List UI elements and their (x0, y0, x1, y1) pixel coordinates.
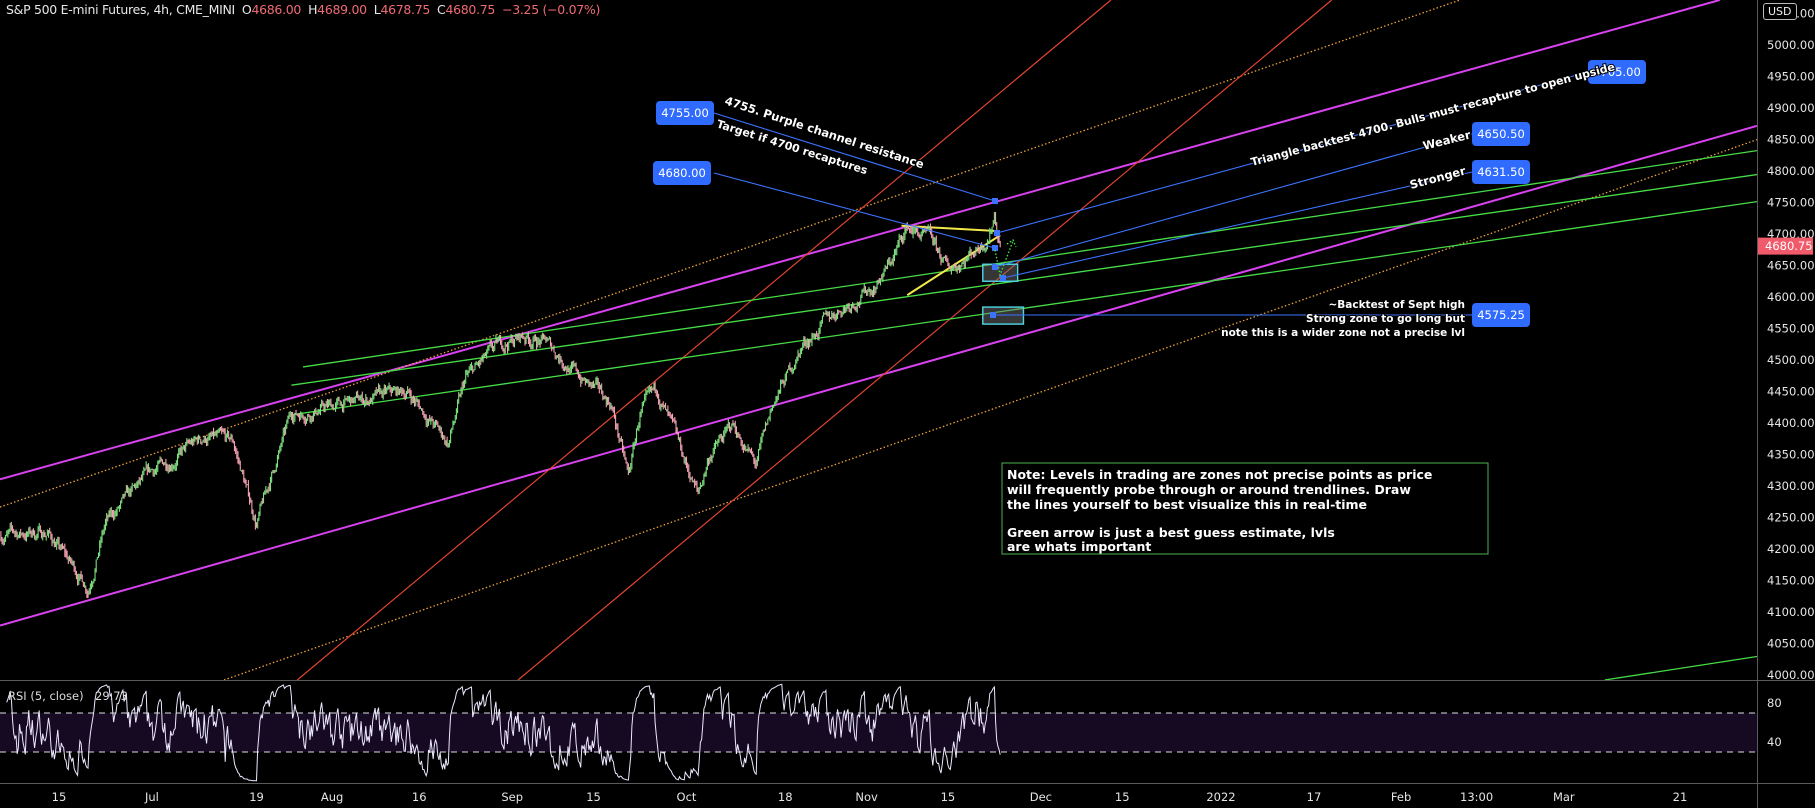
note-line: will frequently probe through or around … (1007, 482, 1411, 497)
annotation-strong-zone[interactable]: Strong zone to go long but (1305, 312, 1466, 326)
price-axis-label: 4150.00 (1767, 574, 1815, 588)
time-axis-label: 15 (941, 790, 956, 804)
symbol-legend[interactable]: S&P 500 E-mini Futures, 4h, CME_MINI O468… (6, 2, 600, 17)
price-axis-label: 4650.00 (1767, 259, 1815, 273)
time-axis-label: Oct (677, 790, 697, 804)
chart-canvas[interactable]: 4755.00 4680.00 4705.00 4650.50 4631.50 … (0, 0, 1815, 808)
price-axis-label: 4050.00 (1767, 637, 1815, 651)
time-axis-label: Sep (501, 790, 523, 804)
time-axis-label: Nov (855, 790, 878, 804)
price-axis-label: 4000.00 (1767, 668, 1815, 682)
price-axis-label: 4300.00 (1767, 479, 1815, 493)
change-value: −3.25 (−0.07%) (502, 2, 601, 17)
note-line: Green arrow is just a best guess estimat… (1007, 525, 1335, 540)
price-axis-label: 4900.00 (1767, 101, 1815, 115)
close-value: 4680.75 (445, 2, 496, 17)
zone-rectangle[interactable] (982, 306, 1025, 325)
annotation-sept-backtest[interactable]: ~Backtest of Sept high (1327, 298, 1466, 312)
open-value: 4686.00 (251, 2, 302, 17)
time-axis-label: 18 (778, 790, 793, 804)
note-box[interactable]: Note: Levels in trading are zones not pr… (1001, 462, 1489, 555)
note-line: Note: Levels in trading are zones not pr… (1007, 467, 1432, 482)
anchor-handle[interactable] (994, 230, 1000, 236)
price-axis-label: 4750.00 (1767, 196, 1815, 210)
time-axis-label: 15 (1115, 790, 1130, 804)
price-axis-label: 4250.00 (1767, 511, 1815, 525)
time-axis-label: Dec (1030, 790, 1052, 804)
level-value: 4575.25 (1477, 308, 1525, 322)
time-axis-label: 15 (586, 790, 601, 804)
price-label-4755[interactable]: 4755.00 (656, 101, 714, 125)
time-axis-label: Mar (1553, 790, 1575, 804)
level-value: 4755.00 (661, 106, 709, 120)
rsi-axis-label: 80 (1767, 696, 1782, 710)
price-axis-label: 4500.00 (1767, 353, 1815, 367)
price-axis-label: 4850.00 (1767, 133, 1815, 147)
note-line: are whats important (1007, 539, 1151, 554)
rsi-legend-value: 29.73 (95, 689, 128, 703)
rsi-band-fill (0, 713, 1757, 752)
last-price-value: 4680.75 (1765, 239, 1813, 253)
time-axis-label: 19 (249, 790, 264, 804)
time-axis-label: 15 (52, 790, 67, 804)
price-axis-label: 4450.00 (1767, 385, 1815, 399)
price-axis-label: 4350.00 (1767, 448, 1815, 462)
symbol-title: S&P 500 E-mini Futures, 4h, CME_MINI (6, 2, 235, 17)
time-axis-label: 13:00 (1460, 790, 1493, 804)
time-axis-label: Feb (1391, 790, 1411, 804)
time-axis-label: 21 (1673, 790, 1688, 804)
annotation-wider-zone[interactable]: note this is a wider zone not a precise … (1220, 326, 1466, 340)
time-axis-label: Jul (144, 790, 159, 804)
price-axis-label: 4800.00 (1767, 164, 1815, 178)
note-line: the lines yourself to best visualize thi… (1007, 497, 1367, 512)
price-axis-label: 4400.00 (1767, 416, 1815, 430)
price-axis-label: 5000.00 (1767, 38, 1815, 52)
level-value: 4680.00 (658, 166, 706, 180)
anchor-handle[interactable] (1000, 275, 1006, 281)
price-label-4650[interactable]: 4650.50 (1472, 122, 1530, 146)
level-value: 4631.50 (1477, 165, 1525, 179)
anchor-handle[interactable] (992, 264, 998, 270)
time-axis-label: 17 (1307, 790, 1322, 804)
time-axis-label: 16 (412, 790, 427, 804)
price-axis-label: 4200.00 (1767, 542, 1815, 556)
time-axis-label: 2022 (1206, 790, 1235, 804)
time-axis-label: Aug (321, 790, 343, 804)
price-label-4575[interactable]: 4575.25 (1472, 303, 1530, 327)
anchor-handle[interactable] (990, 312, 996, 318)
price-axis-label: 4550.00 (1767, 322, 1815, 336)
level-value: 4650.50 (1477, 127, 1525, 141)
low-value: 4678.75 (380, 2, 431, 17)
high-label: H (308, 2, 318, 17)
currency-button[interactable]: USD (1763, 3, 1797, 20)
price-axis-label: 4950.00 (1767, 70, 1815, 84)
rsi-axis-label: 40 (1767, 735, 1782, 749)
price-label-4680[interactable]: 4680.00 (653, 161, 711, 185)
anchor-handle[interactable] (992, 198, 998, 204)
high-value: 4689.00 (317, 2, 367, 17)
rsi-legend-label: RSI (5, close) (8, 689, 84, 703)
price-axis-label: 4600.00 (1767, 290, 1815, 304)
price-axis-label: 4100.00 (1767, 605, 1815, 619)
last-price-badge: 4680.75 (1758, 237, 1813, 255)
price-label-4631[interactable]: 4631.50 (1472, 160, 1530, 184)
